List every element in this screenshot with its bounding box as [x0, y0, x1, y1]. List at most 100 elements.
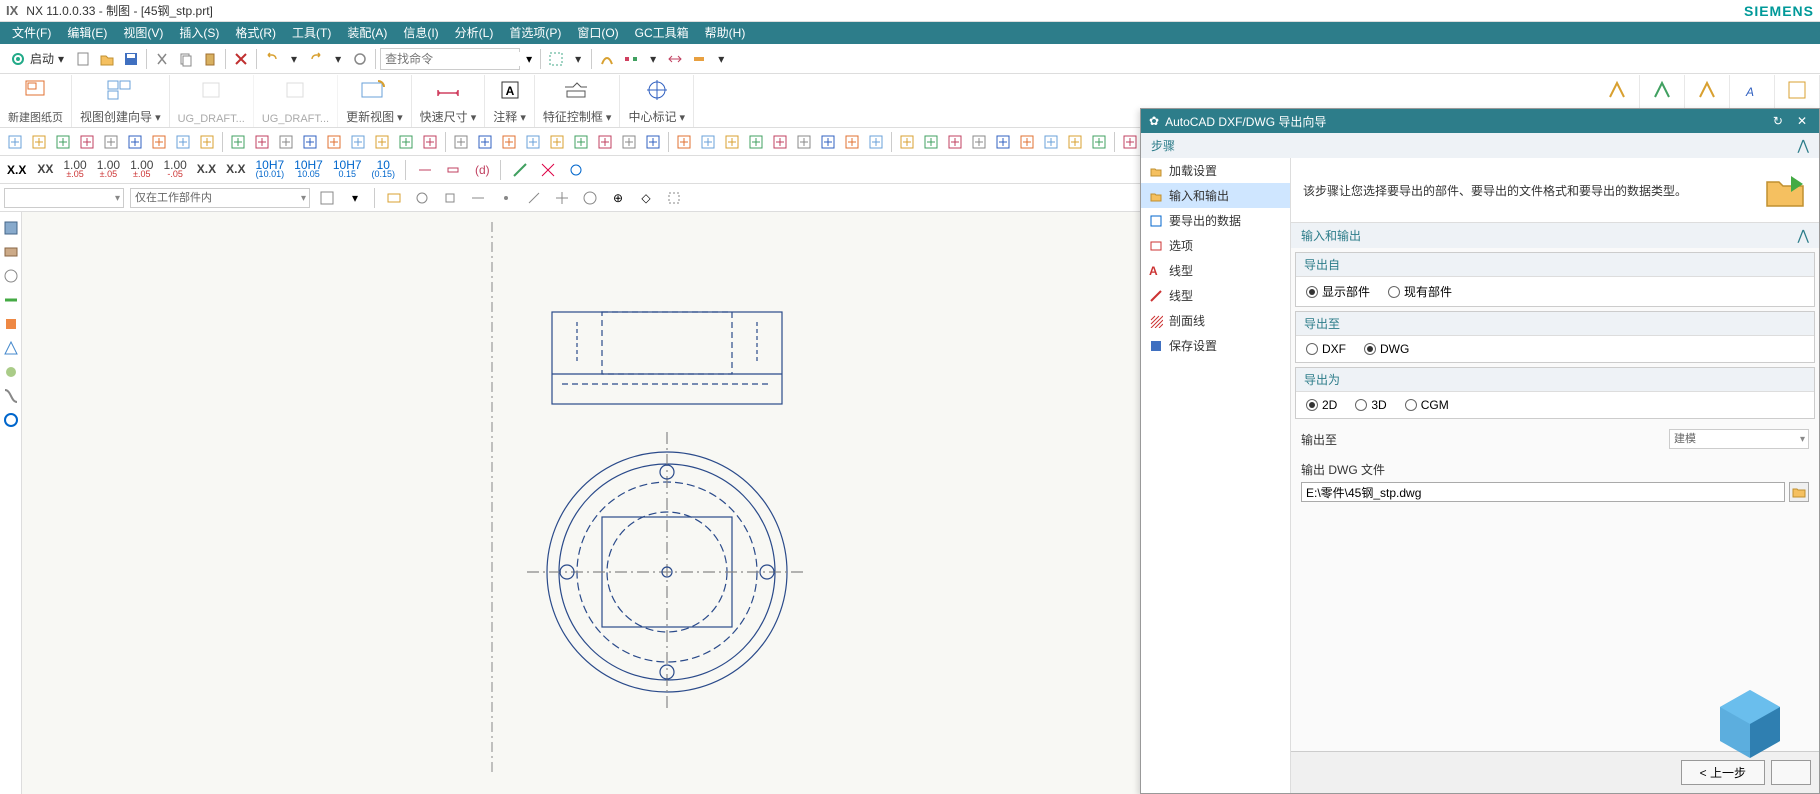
rb-8[interactable]	[3, 388, 19, 404]
tool-c-icon[interactable]	[620, 48, 642, 70]
ft-11[interactable]: ⊕	[607, 187, 629, 209]
tb2-icon-19[interactable]	[474, 131, 496, 153]
tb2-icon-14[interactable]	[347, 131, 369, 153]
menu-view[interactable]: 视图(V)	[115, 22, 171, 44]
ribbon-annotation[interactable]: A 注释 ▾	[485, 75, 535, 127]
ribbon-center-mark[interactable]: 中心标记 ▾	[620, 75, 694, 127]
repeat-icon[interactable]	[349, 48, 371, 70]
steps-header[interactable]: 步骤 ⋀	[1141, 133, 1819, 158]
rb-7[interactable]	[3, 364, 19, 380]
tb2-icon-29[interactable]	[721, 131, 743, 153]
rb-4[interactable]	[3, 292, 19, 308]
tol-nominal-icon[interactable]: X.X	[4, 159, 29, 181]
nav-options[interactable]: 选项	[1141, 233, 1290, 258]
menu-prefs[interactable]: 首选项(P)	[501, 22, 569, 44]
tol-2[interactable]: 1.00±.05	[95, 161, 122, 179]
tb2-icon-16[interactable]	[395, 131, 417, 153]
tb2-icon-45[interactable]	[1119, 131, 1141, 153]
tb2-icon-17[interactable]	[419, 131, 441, 153]
output-to-select[interactable]: 建模	[1669, 429, 1809, 449]
copy-icon[interactable]	[175, 48, 197, 70]
redo-icon[interactable]	[305, 48, 327, 70]
radio-3d[interactable]: 3D	[1355, 398, 1386, 412]
radio-cgm[interactable]: CGM	[1405, 398, 1449, 412]
tb2-icon-38[interactable]	[944, 131, 966, 153]
tol-8[interactable]: 10H710.05	[292, 161, 325, 179]
ft-8[interactable]	[523, 187, 545, 209]
browse-file-button[interactable]	[1789, 482, 1809, 502]
tol-6[interactable]: X.X	[224, 165, 247, 174]
menu-gctool[interactable]: GC工具箱	[627, 22, 697, 44]
undo-dd[interactable]: ▾	[285, 52, 303, 66]
tol-10[interactable]: 10(0.15)	[370, 161, 398, 179]
tb2-icon-31[interactable]	[769, 131, 791, 153]
rb-1[interactable]	[3, 220, 19, 236]
dim-tool-a[interactable]	[414, 159, 436, 181]
menu-tools[interactable]: 工具(T)	[284, 22, 339, 44]
ribbon-update-view[interactable]: 更新视图 ▾	[338, 75, 412, 127]
ribbon-quick-dim[interactable]: 快速尺寸 ▾	[412, 75, 486, 127]
menu-format[interactable]: 格式(R)	[227, 22, 284, 44]
tb2-icon-21[interactable]	[522, 131, 544, 153]
menu-info[interactable]: 信息(I)	[395, 22, 446, 44]
tb2-icon-41[interactable]	[1016, 131, 1038, 153]
io-header[interactable]: 输入和输出 ⋀	[1291, 223, 1819, 248]
delete-icon[interactable]	[230, 48, 252, 70]
radio-2d[interactable]: 2D	[1306, 398, 1337, 412]
ft-5[interactable]	[439, 187, 461, 209]
menu-file[interactable]: 文件(F)	[4, 22, 59, 44]
tool-a-icon[interactable]	[545, 48, 567, 70]
nav-linetype1[interactable]: A线型	[1141, 258, 1290, 283]
radio-existing-part[interactable]: 现有部件	[1388, 283, 1452, 300]
start-button[interactable]: 启动 ▾	[4, 50, 70, 67]
tb2-icon-37[interactable]	[920, 131, 942, 153]
ft-12[interactable]: ◇	[635, 187, 657, 209]
nav-linetype2[interactable]: 线型	[1141, 283, 1290, 308]
tb2-icon-5[interactable]	[124, 131, 146, 153]
tb2-icon-11[interactable]	[275, 131, 297, 153]
command-search[interactable]	[380, 48, 520, 70]
ft-13[interactable]	[663, 187, 685, 209]
new-icon[interactable]	[72, 48, 94, 70]
tb2-icon-2[interactable]	[52, 131, 74, 153]
tb2-icon-28[interactable]	[697, 131, 719, 153]
ribbon-view-wizard[interactable]: 视图创建向导 ▾	[72, 75, 170, 127]
tol-7[interactable]: 10H7(10.01)	[253, 161, 286, 179]
open-icon[interactable]	[96, 48, 118, 70]
tb2-icon-34[interactable]	[841, 131, 863, 153]
ft-7[interactable]	[495, 187, 517, 209]
wizard-titlebar[interactable]: ✿ AutoCAD DXF/DWG 导出向导 ↻ ✕	[1141, 109, 1819, 133]
wizard-close-icon[interactable]: ✕	[1793, 114, 1811, 128]
tol-5[interactable]: X.X	[195, 165, 218, 174]
redo-dd[interactable]: ▾	[329, 52, 347, 66]
menu-analyze[interactable]: 分析(L)	[447, 22, 502, 44]
ft-9[interactable]	[551, 187, 573, 209]
rb-9[interactable]	[3, 412, 19, 428]
tb2-icon-13[interactable]	[323, 131, 345, 153]
dim-tool-b[interactable]	[442, 159, 464, 181]
tb2-icon-25[interactable]	[618, 131, 640, 153]
tb2-icon-44[interactable]	[1088, 131, 1110, 153]
wizard-reset-icon[interactable]: ↻	[1769, 114, 1787, 128]
nav-load[interactable]: 加载设置	[1141, 158, 1290, 183]
dim-tool-f[interactable]	[565, 159, 587, 181]
ft-3[interactable]	[383, 187, 405, 209]
nav-hatch[interactable]: 剖面线	[1141, 308, 1290, 333]
ft-6[interactable]	[467, 187, 489, 209]
ft-10[interactable]	[579, 187, 601, 209]
tb2-icon-18[interactable]	[450, 131, 472, 153]
tb2-icon-32[interactable]	[793, 131, 815, 153]
tb2-icon-43[interactable]	[1064, 131, 1086, 153]
paste-icon[interactable]	[199, 48, 221, 70]
tb2-icon-22[interactable]	[546, 131, 568, 153]
tol-9[interactable]: 10H70.15	[331, 161, 364, 179]
tb2-icon-20[interactable]	[498, 131, 520, 153]
tb2-icon-35[interactable]	[865, 131, 887, 153]
ribbon-ugdraft2[interactable]: UG_DRAFT...	[254, 75, 338, 127]
menu-insert[interactable]: 插入(S)	[171, 22, 227, 44]
ribbon-fcf[interactable]: 特征控制框 ▾	[535, 75, 621, 127]
tol-3[interactable]: 1.00±.05	[128, 161, 155, 179]
rb-6[interactable]	[3, 340, 19, 356]
tb2-icon-4[interactable]	[100, 131, 122, 153]
undo-icon[interactable]	[261, 48, 283, 70]
